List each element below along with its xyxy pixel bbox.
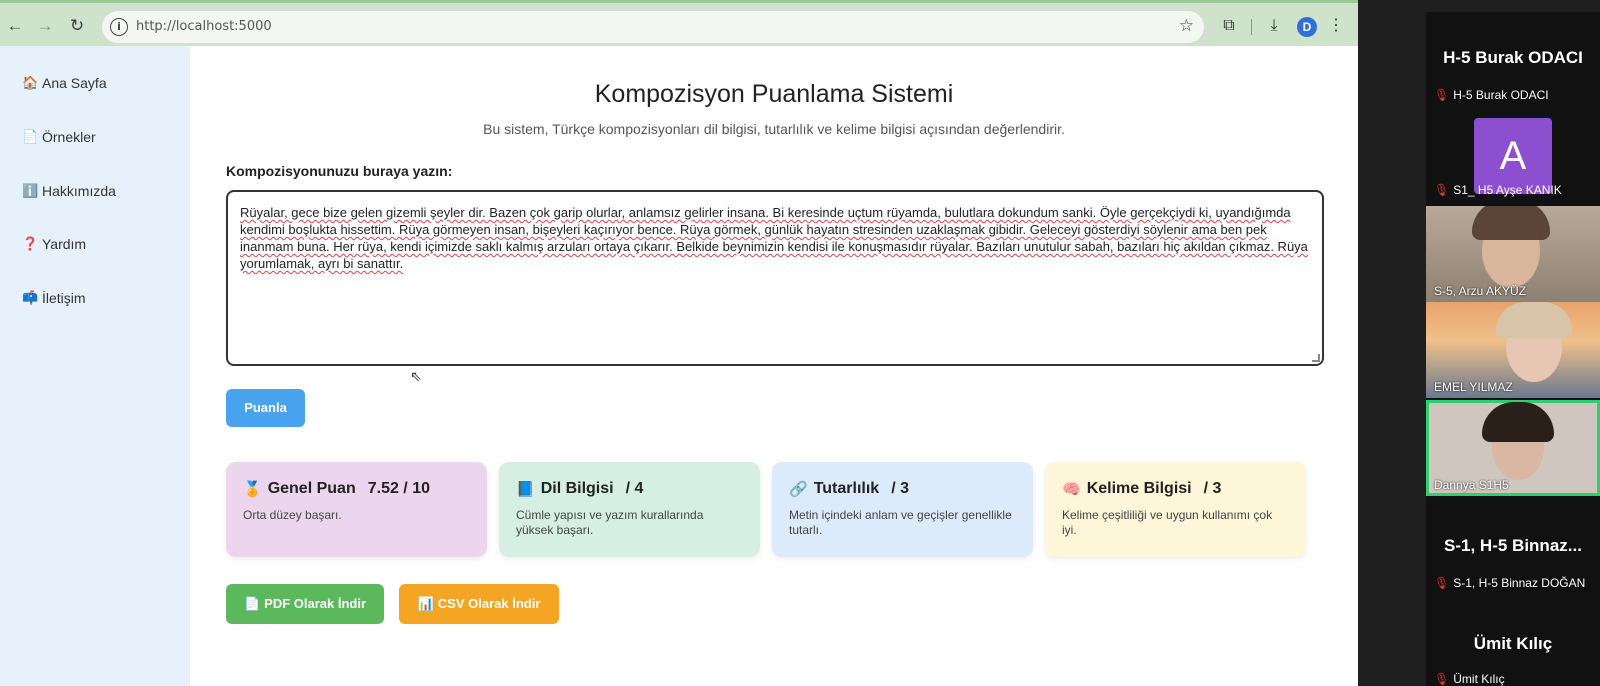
card-coherence: 🔗 Tutarlılık / 3 Metin içindeki anlam ve…: [772, 462, 1033, 557]
reload-icon[interactable]: ↻: [66, 15, 88, 37]
card-title: Dil Bilgisi: [540, 480, 614, 497]
info-icon: ℹ️: [22, 183, 39, 199]
video-hair: [1496, 302, 1572, 338]
participants-panel: H-5 Burak ODACI 🎙 H-5 Burak ODACI A 🎙 S1_ …: [1426, 12, 1600, 686]
sidebar-item-help[interactable]: ❓ Yardım: [22, 236, 86, 252]
mic-off-icon: 🎙: [1434, 88, 1450, 102]
book-icon: 📘: [516, 480, 535, 498]
essay-textarea[interactable]: Rüyalar, gece bize gelen gizemli şeyler …: [226, 190, 1324, 366]
mic-off-icon: 🎙: [1434, 183, 1450, 197]
essay-label: Kompozisyonunuzu buraya yazın:: [226, 163, 453, 179]
download-pdf-button[interactable]: 📄 PDF Olarak İndir: [226, 584, 384, 624]
video-hair: [1472, 206, 1550, 240]
site-info-icon[interactable]: i: [110, 18, 128, 36]
download-csv-label: CSV Olarak İndir: [437, 596, 541, 611]
back-arrow-icon[interactable]: ←: [4, 15, 26, 37]
sidebar-item-label: İletişim: [42, 290, 86, 306]
menu-kebab-icon[interactable]: ⋮: [1325, 15, 1347, 37]
card-general-score: 🏅 Genel Puan 7.52 / 10 Orta düzey başarı…: [226, 462, 487, 557]
download-pdf-label: PDF Olarak İndir: [264, 596, 367, 611]
house-icon: 🏠: [22, 75, 39, 91]
card-vocabulary: 🧠 Kelime Bilgisi / 3 Kelime çeşitliliği …: [1045, 462, 1306, 557]
participant-label: 🎙 H-5 Burak ODACI: [1434, 88, 1549, 102]
participant-video[interactable]: S-5, Arzu AKYÜZ: [1426, 206, 1600, 302]
mailbox-icon: 📫: [22, 290, 39, 306]
sidebar-item-home[interactable]: 🏠 Ana Sayfa: [22, 75, 107, 91]
download-csv-button[interactable]: 📊 CSV Olarak İndir: [399, 584, 559, 624]
participant-video-label: S-5, Arzu AKYÜZ: [1434, 284, 1527, 298]
participant-video-label: EMEL YILMAZ: [1434, 380, 1513, 394]
participant-name-heading: S-1, H-5 Binnaz...: [1444, 536, 1582, 555]
participant-video-active[interactable]: Dannya S1H5: [1426, 400, 1600, 496]
sidebar-item-examples[interactable]: 📄 Örnekler: [22, 129, 96, 145]
chart-icon: 📊: [417, 597, 434, 612]
bookmark-star-icon[interactable]: ☆: [1179, 16, 1194, 36]
sidebar: 🏠 Ana Sayfa 📄 Örnekler ℹ️ Hakkımızda ❓ Y…: [0, 46, 190, 686]
participant-label: 🎙 S1_ H5 Ayşe KANIK: [1434, 183, 1562, 197]
card-value: 7.52 / 10: [367, 480, 430, 497]
participant-video-label: Dannya S1H5: [1434, 478, 1509, 492]
score-button[interactable]: Puanla: [226, 389, 305, 427]
card-value: / 3: [1203, 480, 1222, 497]
essay-text[interactable]: Rüyalar, gece bize gelen gizemli şeyler …: [240, 205, 1308, 271]
card-value: / 3: [891, 480, 909, 497]
browser-window: ← → ↻ i http://localhost:5000 ☆ ⧉ ⤓ D ⋮ …: [0, 0, 1358, 686]
mouse-cursor-icon: ⇖: [410, 368, 422, 384]
card-description: Orta düzey başarı.: [243, 508, 342, 522]
sidebar-item-label: Yardım: [42, 236, 87, 252]
sidebar-item-about[interactable]: ℹ️ Hakkımızda: [22, 183, 116, 199]
sidebar-item-label: Örnekler: [42, 129, 96, 145]
web-page: 🏠 Ana Sayfa 📄 Örnekler ℹ️ Hakkımızda ❓ Y…: [0, 46, 1358, 686]
participant-video[interactable]: EMEL YILMAZ: [1426, 302, 1600, 398]
toolbar-divider: [1251, 19, 1252, 35]
card-value: / 4: [625, 480, 644, 497]
sidebar-item-contact[interactable]: 📫 İletişim: [22, 290, 86, 306]
address-bar[interactable]: i http://localhost:5000 ☆: [102, 11, 1204, 43]
card-description: Metin içindeki anlam ve geçişler genelli…: [789, 508, 1012, 537]
medal-icon: 🏅: [243, 480, 262, 498]
card-description: Cümle yapısı ve yazım kurallarında yükse…: [516, 508, 704, 537]
question-icon: ❓: [22, 236, 39, 252]
url-text[interactable]: http://localhost:5000: [136, 19, 272, 34]
extensions-icon[interactable]: ⧉: [1218, 15, 1240, 37]
participant-label: 🎙 S-1, H-5 Binnaz DOĞAN: [1434, 576, 1586, 590]
link-icon: 🔗: [789, 480, 808, 498]
card-description: Kelime çeşitliliği ve uygun kullanımı ço…: [1062, 508, 1273, 537]
mic-off-icon: 🎙: [1434, 576, 1450, 590]
page-title: Kompozisyon Puanlama Sistemi: [594, 80, 954, 108]
download-icon[interactable]: ⤓: [1263, 15, 1285, 37]
document-icon: 📄: [243, 597, 261, 612]
participant-name-heading: H-5 Burak ODACI: [1443, 48, 1583, 67]
resize-handle-icon[interactable]: [1312, 354, 1320, 362]
card-grammar: 📘 Dil Bilgisi / 4 Cümle yapısı ve yazım …: [499, 462, 760, 557]
browser-toolbar: ← → ↻ i http://localhost:5000 ☆ ⧉ ⤓ D ⋮: [0, 0, 1358, 46]
card-title: Genel Puan: [267, 480, 356, 497]
participant-label: 🎙 Ümit Kılıç: [1434, 672, 1505, 686]
card-title: Kelime Bilgisi: [1086, 480, 1192, 497]
page-subtitle: Bu sistem, Türkçe kompozisyonları dil bi…: [483, 121, 1065, 137]
participant-name-heading: Ümit Kılıç: [1473, 634, 1553, 653]
mic-off-icon: 🎙: [1434, 672, 1450, 686]
document-icon: 📄: [22, 129, 39, 145]
video-hair: [1482, 402, 1554, 442]
forward-arrow-icon[interactable]: →: [34, 15, 56, 37]
card-title: Tutarlılık: [813, 480, 880, 497]
sidebar-item-label: Hakkımızda: [42, 183, 116, 199]
profile-avatar[interactable]: D: [1297, 17, 1317, 37]
brain-icon: 🧠: [1062, 480, 1081, 498]
sidebar-item-label: Ana Sayfa: [42, 75, 107, 91]
main-content: Kompozisyon Puanlama Sistemi Bu sistem, …: [190, 46, 1358, 686]
